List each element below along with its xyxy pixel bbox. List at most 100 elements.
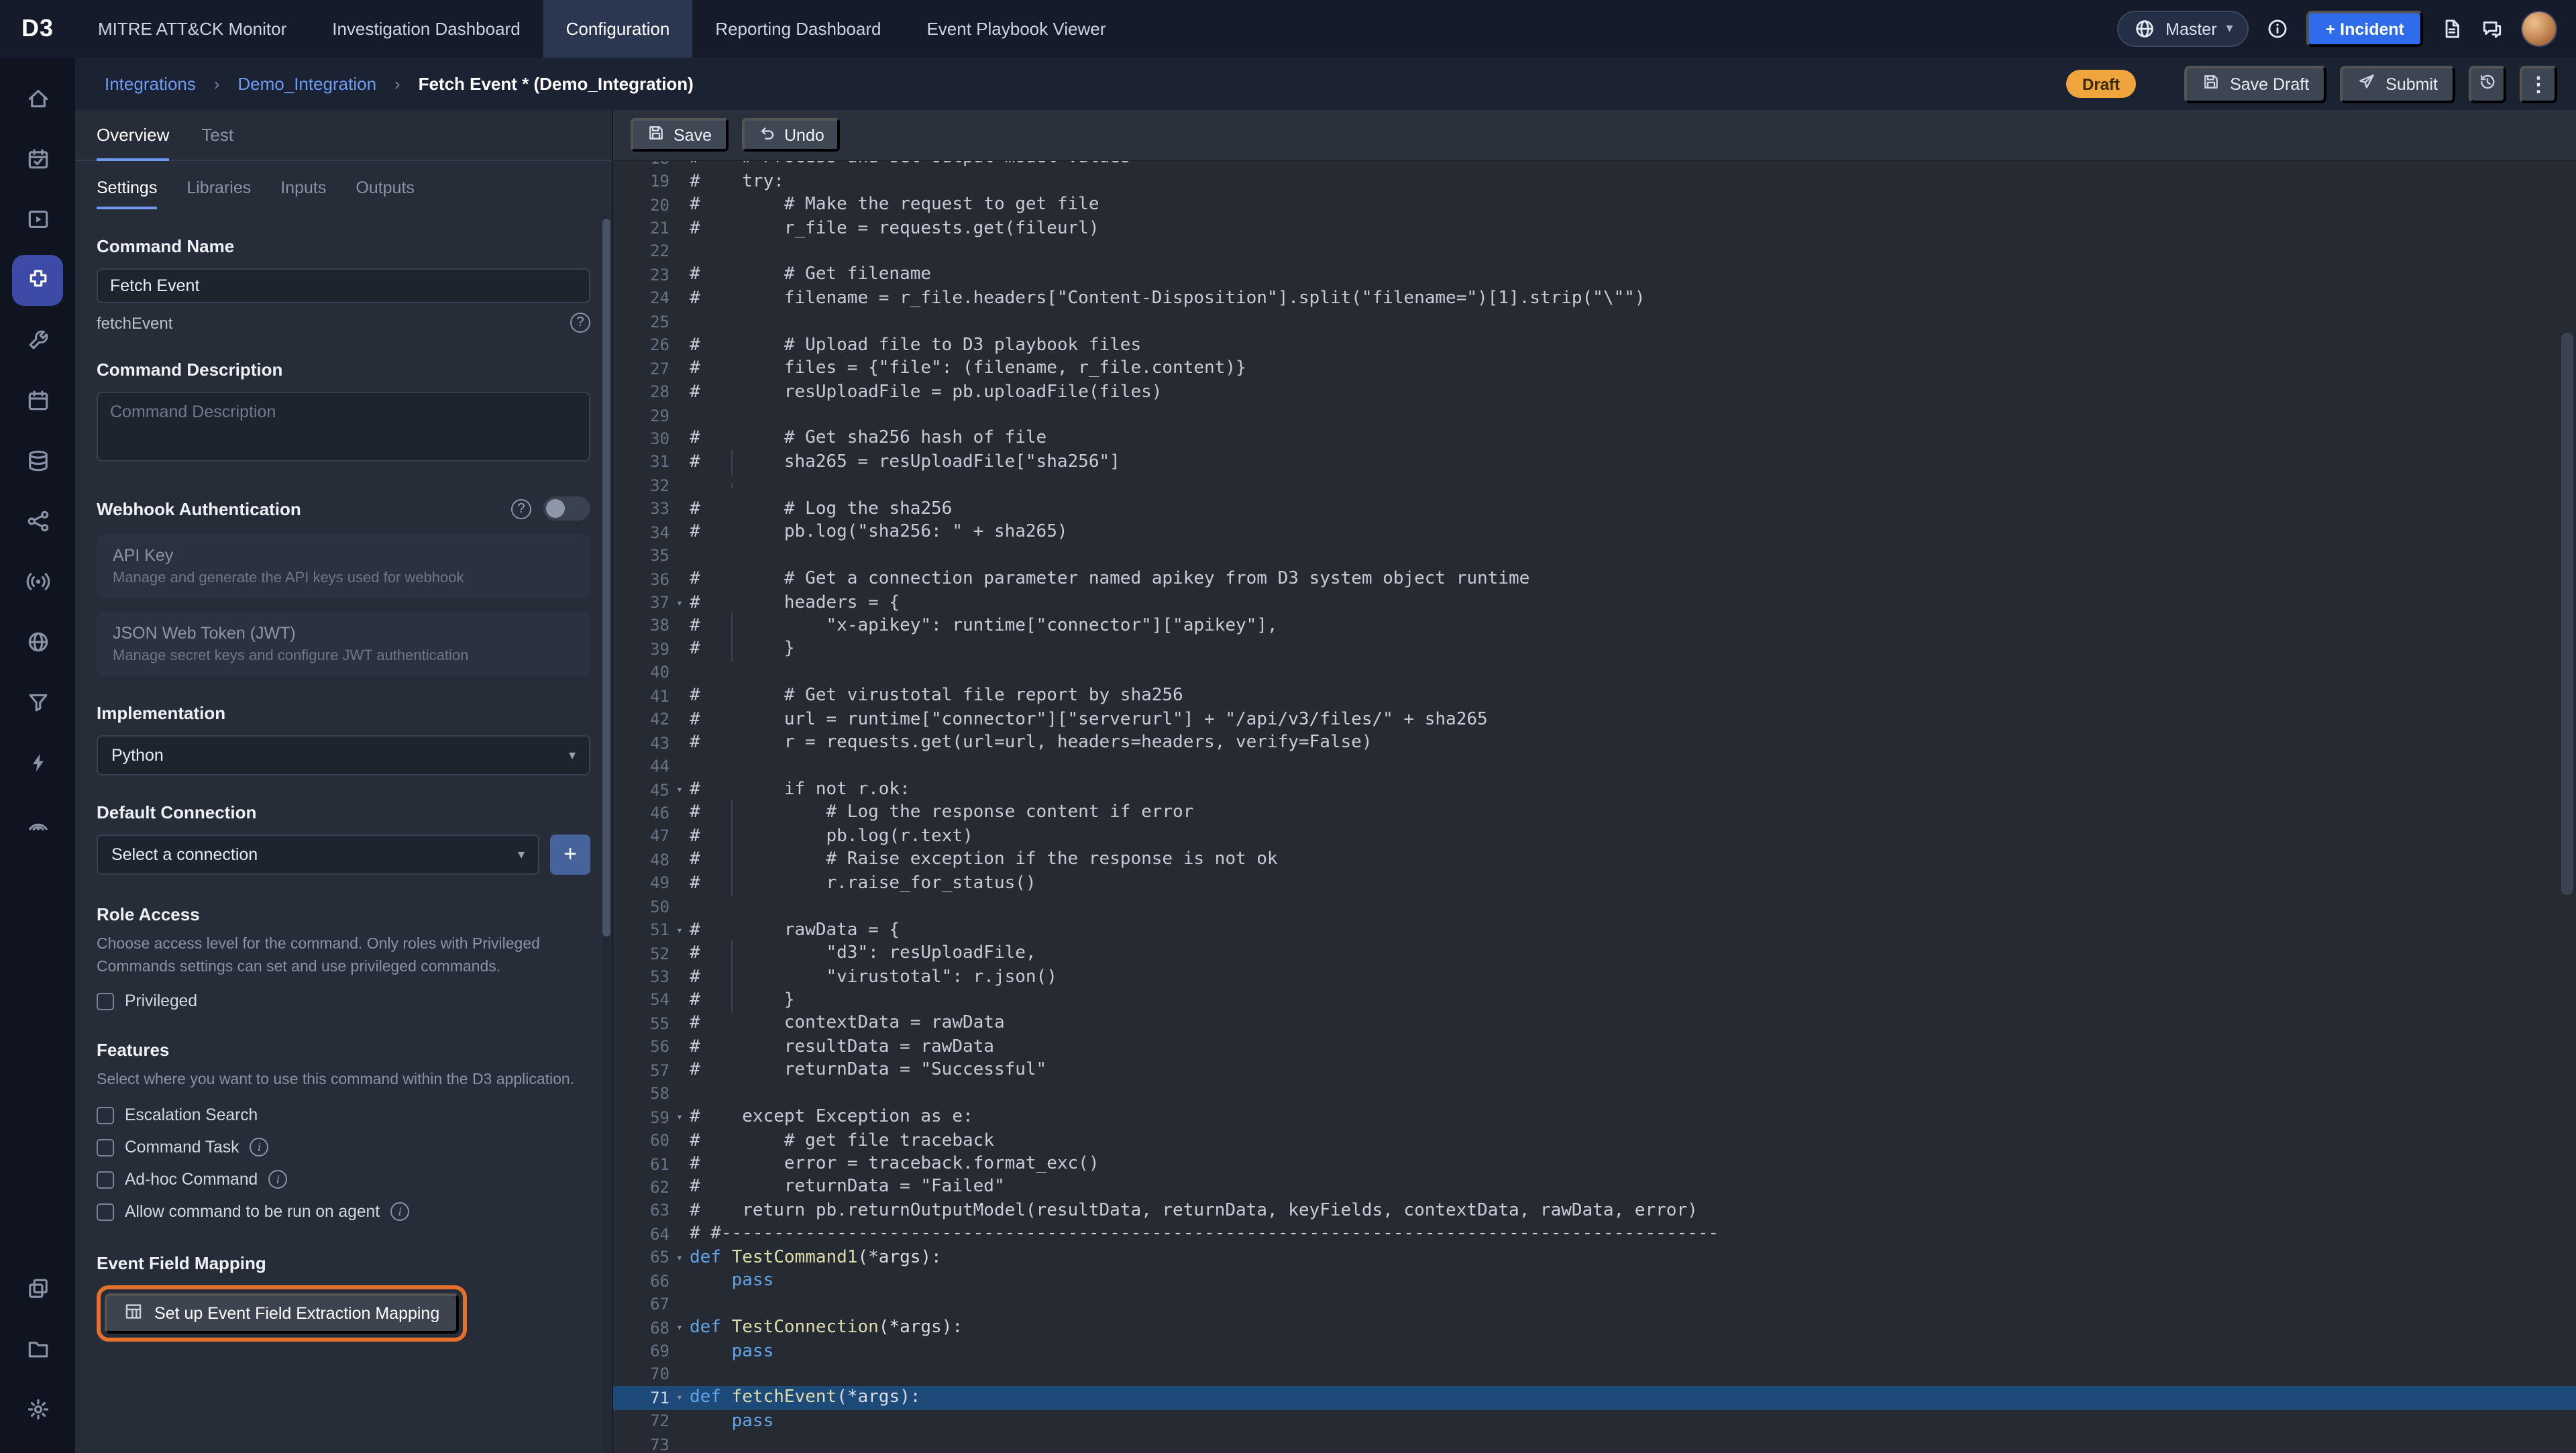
fold-marker-icon[interactable]: ▾ <box>669 1111 690 1123</box>
add-connection-button[interactable]: + <box>550 835 590 875</box>
code-line-24[interactable]: 24# filename = r_file.headers["Content-D… <box>613 286 2576 310</box>
fold-marker-icon[interactable]: ▾ <box>669 596 690 608</box>
editor-scrollbar-thumb[interactable] <box>2561 333 2573 895</box>
code-line-70[interactable]: 70 <box>613 1363 2576 1387</box>
nav-item-mitre-att-ck-monitor[interactable]: MITRE ATT&CK Monitor <box>75 0 309 58</box>
code-line-62[interactable]: 62# returnData = "Failed" <box>613 1176 2576 1199</box>
code-line-67[interactable]: 67 <box>613 1293 2576 1316</box>
code-line-42[interactable]: 42# url = runtime["connector"]["serverur… <box>613 708 2576 731</box>
info-icon[interactable]: i <box>390 1202 409 1221</box>
breadcrumb-link-integrations[interactable]: Integrations <box>105 73 196 93</box>
document-icon[interactable] <box>2440 17 2463 40</box>
rail-item-files[interactable] <box>12 1324 63 1375</box>
code-line-37[interactable]: 37▾# headers = { <box>613 591 2576 614</box>
code-line-50[interactable]: 50 <box>613 895 2576 918</box>
code-line-19[interactable]: 19# try: <box>613 170 2576 193</box>
subtab-settings[interactable]: Settings <box>97 161 157 215</box>
code-line-68[interactable]: 68▾def TestConnection(*args): <box>613 1316 2576 1340</box>
fold-marker-icon[interactable]: ▾ <box>669 784 690 796</box>
code-area[interactable]: 18# # Process and set output model value… <box>613 161 2576 1453</box>
code-line-73[interactable]: 73 <box>613 1433 2576 1453</box>
fold-marker-icon[interactable]: ▾ <box>669 1392 690 1404</box>
code-line-33[interactable]: 33# # Log the sha256 <box>613 497 2576 521</box>
code-line-30[interactable]: 30# # Get sha256 hash of file <box>613 427 2576 451</box>
nav-item-event-playbook-viewer[interactable]: Event Playbook Viewer <box>904 0 1128 58</box>
privileged-checkbox[interactable] <box>97 993 114 1010</box>
code-line-72[interactable]: 72 pass <box>613 1409 2576 1433</box>
rail-item-integrations[interactable] <box>12 254 63 305</box>
command-description-input[interactable] <box>97 392 590 462</box>
code-line-52[interactable]: 52# "d3": resUploadFile, <box>613 942 2576 965</box>
code-line-69[interactable]: 69 pass <box>613 1340 2576 1363</box>
code-line-20[interactable]: 20# # Make the request to get file <box>613 193 2576 217</box>
more-options-button[interactable]: ⋮ <box>2520 65 2557 103</box>
code-line-32[interactable]: 32 <box>613 474 2576 497</box>
webhook-auth-toggle[interactable] <box>543 496 590 521</box>
info-icon[interactable] <box>2267 17 2290 40</box>
checkbox-command-task[interactable] <box>97 1138 114 1156</box>
rail-item-utilities[interactable] <box>12 315 63 366</box>
code-line-55[interactable]: 55# contextData = rawData <box>613 1012 2576 1035</box>
default-connection-select[interactable]: Select a connection ▾ <box>97 835 539 875</box>
help-icon[interactable]: ? <box>570 313 590 333</box>
code-line-54[interactable]: 54# } <box>613 989 2576 1012</box>
subtab-outputs[interactable]: Outputs <box>356 161 415 215</box>
code-line-38[interactable]: 38# "x-apikey": runtime["connector"]["ap… <box>613 614 2576 638</box>
panel-scrollbar-thumb[interactable] <box>602 219 610 937</box>
fold-marker-icon[interactable]: ▾ <box>669 1322 690 1334</box>
editor-save-button[interactable]: Save <box>631 118 728 152</box>
rail-item-data[interactable] <box>12 435 63 486</box>
rail-item-copy[interactable] <box>12 1263 63 1314</box>
rail-item-schedule[interactable] <box>12 375 63 426</box>
code-line-18[interactable]: 18# # Process and set output model value… <box>613 161 2576 170</box>
rail-item-calendar-check[interactable] <box>12 133 63 184</box>
code-line-26[interactable]: 26# # Upload file to D3 playbook files <box>613 333 2576 357</box>
rail-item-global[interactable] <box>12 616 63 667</box>
implementation-select[interactable]: Python ▾ <box>97 735 590 775</box>
save-draft-button[interactable]: Save Draft <box>2184 65 2326 103</box>
user-avatar[interactable] <box>2521 11 2557 47</box>
code-line-35[interactable]: 35 <box>613 544 2576 568</box>
code-line-27[interactable]: 27# files = {"file": (filename, r_file.c… <box>613 357 2576 380</box>
tab-test[interactable]: Test <box>201 110 233 160</box>
code-line-59[interactable]: 59▾# except Exception as e: <box>613 1106 2576 1129</box>
code-line-58[interactable]: 58 <box>613 1082 2576 1106</box>
code-line-25[interactable]: 25 <box>613 310 2576 333</box>
code-line-51[interactable]: 51▾# rawData = { <box>613 918 2576 942</box>
code-line-40[interactable]: 40 <box>613 661 2576 684</box>
code-line-29[interactable]: 29 <box>613 404 2576 427</box>
rail-item-connections[interactable] <box>12 496 63 547</box>
info-icon[interactable]: i <box>250 1138 268 1156</box>
code-line-66[interactable]: 66 pass <box>613 1269 2576 1293</box>
tab-overview[interactable]: Overview <box>97 110 169 160</box>
code-line-47[interactable]: 47# pb.log(r.text) <box>613 824 2576 848</box>
editor-undo-button[interactable]: Undo <box>741 118 841 152</box>
nav-item-investigation-dashboard[interactable]: Investigation Dashboard <box>309 0 543 58</box>
master-branch-selector[interactable]: Master ▾ <box>2117 11 2249 47</box>
code-line-23[interactable]: 23# # Get filename <box>613 263 2576 286</box>
d3-logo[interactable]: D3 <box>0 15 75 43</box>
chat-icon[interactable] <box>2481 17 2504 40</box>
code-line-53[interactable]: 53# "virustotal": r.json() <box>613 965 2576 989</box>
checkbox-allow-command-to-be-run-on-agent[interactable] <box>97 1203 114 1220</box>
command-name-input[interactable] <box>97 268 590 303</box>
history-button[interactable] <box>2469 65 2506 103</box>
rail-item-home[interactable] <box>12 73 63 124</box>
code-line-34[interactable]: 34# pb.log("sha256: " + sha265) <box>613 521 2576 544</box>
subtab-inputs[interactable]: Inputs <box>280 161 326 215</box>
rail-item-settings[interactable] <box>12 1384 63 1435</box>
code-line-60[interactable]: 60# # get file traceback <box>613 1129 2576 1152</box>
code-line-43[interactable]: 43# r = requests.get(url=url, headers=he… <box>613 731 2576 755</box>
panel-scrollbar[interactable] <box>602 215 610 1453</box>
nav-item-configuration[interactable]: Configuration <box>543 0 693 58</box>
code-line-56[interactable]: 56# resultData = rawData <box>613 1035 2576 1059</box>
rail-item-webhooks[interactable] <box>12 556 63 607</box>
info-icon[interactable]: i <box>268 1170 287 1189</box>
code-line-21[interactable]: 21# r_file = requests.get(fileurl) <box>613 217 2576 240</box>
code-line-31[interactable]: 31# sha265 = resUploadFile["sha256"] <box>613 450 2576 474</box>
code-line-46[interactable]: 46# # Log the response content if error <box>613 802 2576 825</box>
code-line-64[interactable]: 64# #-----------------------------------… <box>613 1222 2576 1246</box>
rail-item-filters[interactable] <box>12 677 63 728</box>
code-line-48[interactable]: 48# # Raise exception if the response is… <box>613 848 2576 871</box>
code-line-22[interactable]: 22 <box>613 240 2576 264</box>
